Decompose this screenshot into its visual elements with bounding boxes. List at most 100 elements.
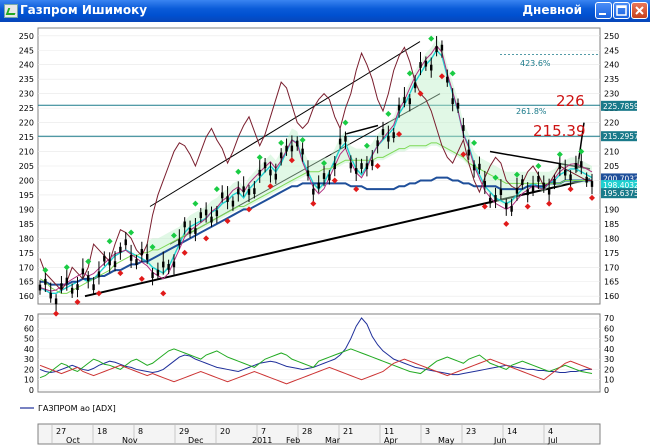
- price-bar-body: [456, 102, 460, 109]
- price-bar-body: [54, 298, 58, 305]
- x-day-label: 27: [56, 427, 66, 436]
- price-bar-body: [263, 162, 267, 169]
- y-tick-label-right: 10: [604, 376, 614, 385]
- x-day-label: 21: [343, 427, 353, 436]
- y-tick-label: 0: [29, 386, 34, 395]
- price-bar-body: [403, 97, 406, 103]
- price-bar-body: [215, 210, 219, 217]
- price-bar-body: [553, 178, 556, 185]
- close-icon[interactable]: [631, 2, 648, 19]
- minimize-icon[interactable]: [595, 2, 612, 19]
- x-day-label: 11: [384, 427, 394, 436]
- price-bar-body: [194, 228, 197, 234]
- x-month-label: Nov: [122, 436, 138, 445]
- y-tick-label: 215: [19, 133, 34, 142]
- price-bar-body: [344, 135, 347, 142]
- fib-423-label: 423.6%: [520, 59, 551, 68]
- y-tick-label-right: 180: [604, 234, 619, 243]
- price-bar-body: [419, 62, 422, 68]
- maximize-icon[interactable]: [613, 2, 630, 19]
- y-tick-label-right: 205: [604, 162, 619, 171]
- x-day-label: 7: [261, 427, 266, 436]
- price-bar-body: [119, 246, 122, 253]
- x-day-label: 29: [179, 427, 189, 436]
- price-bar-body: [558, 163, 562, 169]
- y-tick-label: 180: [19, 234, 34, 243]
- price-bar-body: [392, 132, 395, 139]
- price-bar-body: [521, 179, 524, 186]
- price-bar-body: [290, 145, 294, 152]
- y-tick-label: 250: [19, 32, 34, 41]
- y-tick-label: 230: [19, 90, 34, 99]
- y-tick-label: 210: [19, 148, 34, 157]
- title-bar[interactable]: Газпром Ишимоку Дневной: [0, 0, 650, 22]
- price-bar-body: [140, 248, 144, 255]
- price-bar-body: [253, 188, 256, 195]
- price-bar-body: [483, 181, 487, 187]
- price-bar-body: [279, 152, 283, 159]
- price-bar-body: [113, 261, 117, 268]
- y-tick-label: 10: [24, 376, 34, 385]
- y-tick-label: 170: [19, 263, 34, 272]
- price-bar-body: [499, 189, 503, 195]
- y-tick-label: 60: [24, 324, 34, 333]
- x-month-label: Jun: [493, 436, 507, 445]
- price-bar-body: [103, 255, 106, 262]
- price-bar-body: [590, 181, 594, 187]
- price-bar-body: [585, 176, 588, 183]
- price-bar-body: [231, 200, 235, 207]
- x-month-label: Dec: [188, 436, 203, 445]
- price-bar-body: [376, 140, 379, 147]
- price-bar-body: [188, 227, 192, 234]
- y-tick-label: 240: [19, 61, 34, 70]
- y-tick-label-right: 0: [604, 386, 609, 395]
- y-tick-label-right: 185: [604, 220, 619, 229]
- price-bar-body: [178, 239, 181, 246]
- price-bar-body: [446, 76, 449, 83]
- price-bar-body: [408, 98, 411, 105]
- price-bar-body: [199, 212, 202, 219]
- price-bar-body: [397, 104, 401, 111]
- price-tag-label: 215.2957: [603, 132, 639, 141]
- y-tick-label-right: 20: [604, 365, 614, 374]
- price-bar-body: [365, 163, 369, 170]
- y-tick-label: 175: [19, 249, 34, 258]
- price-bar-body: [108, 259, 111, 266]
- y-tick-label-right: 230: [604, 90, 619, 99]
- y-tick-label: 165: [19, 278, 34, 287]
- x-month-label: Mar: [325, 436, 341, 445]
- y-tick-label-right: 170: [604, 263, 619, 272]
- y-tick-label: 195: [19, 191, 34, 200]
- price-bar-body: [49, 292, 52, 299]
- price-bar-body: [381, 129, 385, 135]
- y-tick-label-right: 175: [604, 249, 619, 258]
- price-bar-body: [547, 188, 551, 195]
- fib-261-label: 261.8%: [516, 107, 547, 116]
- price-bar-body: [135, 259, 138, 265]
- price-bar-body: [478, 163, 481, 170]
- price-bar-body: [145, 254, 149, 260]
- price-bar-body: [44, 278, 47, 285]
- price-bar-body: [301, 148, 304, 155]
- x-month-label: 2011: [252, 436, 272, 445]
- price-bar-body: [322, 173, 326, 179]
- price-bar-body: [531, 185, 535, 192]
- price-bar-body: [569, 174, 572, 181]
- price-bar-body: [564, 169, 567, 176]
- price-bar-body: [285, 145, 288, 152]
- y-tick-label-right: 210: [604, 148, 619, 157]
- price-bar-body: [172, 261, 176, 268]
- y-tick-label-right: 245: [604, 46, 619, 55]
- price-bar-body: [65, 277, 68, 284]
- price-bar-body: [488, 197, 492, 204]
- x-month-label: May: [438, 436, 455, 445]
- price-bar-body: [328, 174, 331, 181]
- y-tick-label: 160: [19, 292, 34, 301]
- price-bar-body: [124, 239, 127, 246]
- price-bar-body: [333, 163, 336, 170]
- price-bar-body: [129, 254, 133, 261]
- price-bar-body: [60, 283, 63, 290]
- price-bar-body: [451, 98, 454, 105]
- target-215-label: 215.39: [533, 122, 586, 140]
- price-bar-body: [210, 216, 213, 223]
